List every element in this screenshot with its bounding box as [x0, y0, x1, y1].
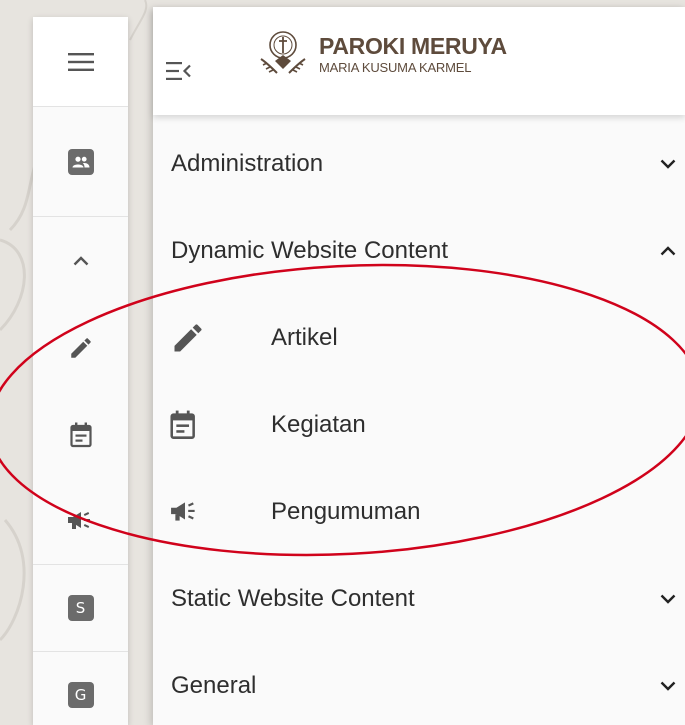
rail-item-dynamic-content[interactable] — [33, 217, 128, 304]
menu-item-label: Static Website Content — [171, 584, 415, 612]
church-emblem-icon — [260, 31, 306, 74]
pencil-icon — [174, 323, 202, 351]
chevron-up-icon — [73, 255, 88, 265]
rail-menu-toggle[interactable] — [33, 17, 128, 107]
pencil-icon — [70, 337, 91, 358]
letter-s-icon: S — [67, 595, 94, 621]
people-icon — [67, 148, 94, 175]
submenu-item-kegiatan[interactable]: Kegiatan — [153, 381, 685, 468]
brand-subtitle: MARIA KUSUMA KARMEL — [319, 59, 472, 75]
menu-item-administration[interactable]: Administration — [153, 120, 685, 207]
menu-item-general[interactable]: General — [153, 642, 685, 725]
submenu-item-label: Artikel — [271, 323, 338, 351]
submenu-item-label: Kegiatan — [271, 410, 366, 438]
brand-title: PAROKI MERUYA — [319, 32, 507, 59]
rail-item-artikel[interactable] — [33, 304, 128, 391]
rail-item-kegiatan[interactable] — [33, 391, 128, 478]
submenu-item-artikel[interactable]: Artikel — [153, 294, 685, 381]
rail-item-general[interactable]: G — [33, 652, 128, 725]
rail-item-pengumuman[interactable] — [33, 478, 128, 565]
sidebar-header: PAROKI MERUYA MARIA KUSUMA KARMEL — [153, 7, 685, 115]
menu-item-label: Administration — [171, 149, 324, 177]
letter-g-icon: G — [67, 682, 94, 708]
menu-item-dynamic-website-content[interactable]: Dynamic Website Content — [153, 207, 685, 294]
rail-item-static-content[interactable]: S — [33, 565, 128, 652]
chevron-up-icon — [660, 245, 676, 255]
submenu-item-pengumuman[interactable]: Pengumuman — [153, 468, 685, 555]
hamburger-icon[interactable] — [67, 52, 94, 71]
menu-item-label: General — [171, 671, 257, 699]
rail-item-administration[interactable] — [33, 107, 128, 217]
menu-item-static-website-content[interactable]: Static Website Content — [153, 555, 685, 642]
calendar-note-icon — [69, 422, 92, 447]
chevron-down-icon — [660, 681, 676, 691]
calendar-note-icon — [170, 410, 195, 439]
chevron-down-icon — [660, 594, 676, 604]
chevron-down-icon — [660, 159, 676, 169]
submenu-item-label: Pengumuman — [271, 497, 421, 525]
megaphone-icon — [67, 512, 90, 529]
collapsed-sidebar: S G — [33, 17, 128, 725]
menu-collapse-icon[interactable] — [166, 62, 192, 80]
expanded-sidebar: PAROKI MERUYA MARIA KUSUMA KARMEL Admini… — [153, 7, 685, 725]
brand-logo[interactable]: PAROKI MERUYA MARIA KUSUMA KARMEL — [253, 29, 507, 79]
megaphone-icon — [171, 501, 195, 521]
menu-item-label: Dynamic Website Content — [171, 236, 449, 264]
